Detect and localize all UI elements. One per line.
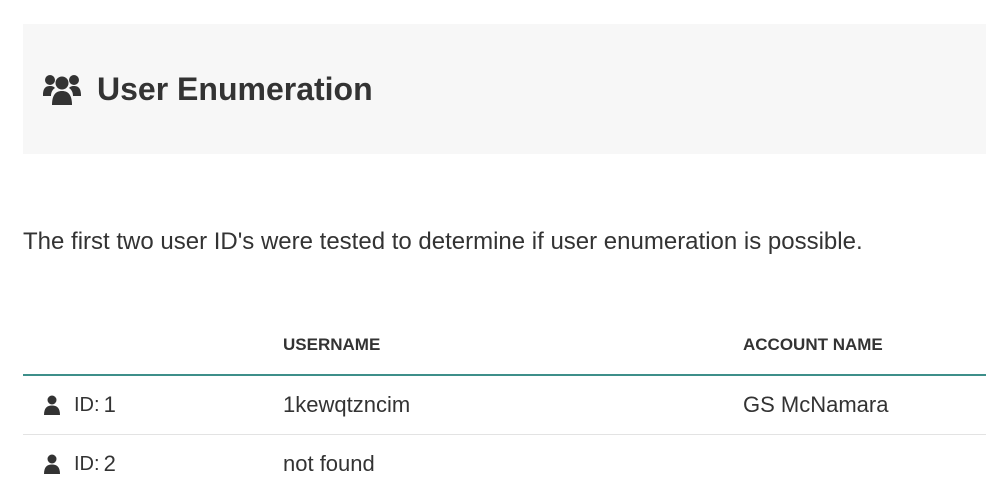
table-row: ID: 1 1kewqtzncim GS McNamara bbox=[23, 376, 986, 435]
username-cell: not found bbox=[283, 451, 375, 476]
username-cell: 1kewqtzncim bbox=[283, 392, 411, 417]
id-label: ID: bbox=[74, 393, 100, 416]
user-icon bbox=[43, 395, 61, 415]
id-value: 2 bbox=[103, 451, 116, 476]
column-header-account-name: ACCOUNT NAME bbox=[743, 335, 883, 354]
account-name-cell: GS McNamara bbox=[743, 392, 889, 417]
id-label: ID: bbox=[74, 452, 100, 475]
table-row: ID: 2 not found bbox=[23, 435, 986, 493]
intro-text: The first two user ID's were tested to d… bbox=[23, 228, 863, 255]
id-cell: ID: 2 bbox=[43, 451, 116, 477]
section-header: User Enumeration bbox=[23, 24, 986, 154]
users-icon bbox=[42, 70, 82, 108]
id-value: 1 bbox=[103, 392, 116, 417]
id-cell: ID: 1 bbox=[43, 392, 116, 418]
table-header: USERNAME ACCOUNT NAME bbox=[23, 320, 986, 376]
user-icon bbox=[43, 454, 61, 474]
page-title: User Enumeration bbox=[97, 70, 373, 107]
user-enumeration-table: USERNAME ACCOUNT NAME ID: 1 1kewqtzncim … bbox=[23, 320, 986, 493]
column-header-username: USERNAME bbox=[283, 335, 381, 354]
